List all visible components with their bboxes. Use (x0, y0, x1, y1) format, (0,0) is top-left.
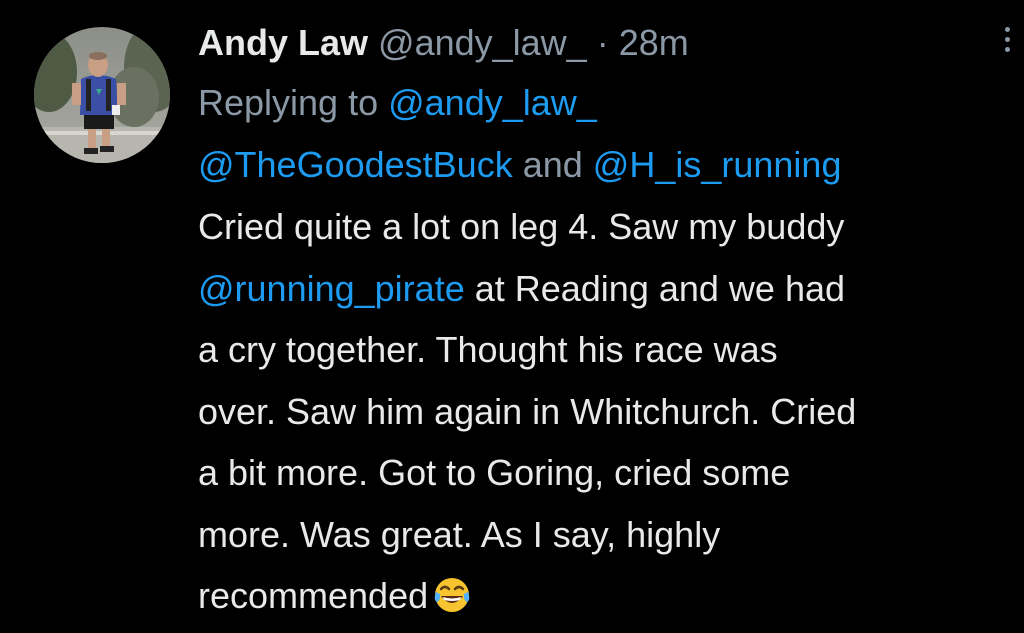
tweet-body: Cried quite a lot on leg 4. Saw my buddy… (198, 196, 998, 633)
tweet[interactable]: Andy Law @andy_law_ · 28m Replying to @a… (0, 0, 1024, 626)
tweet-content: Andy Law @andy_law_ · 28m Replying to @a… (198, 14, 998, 633)
separator-dot: · (596, 22, 609, 63)
reply-mention-andy-law[interactable]: @andy_law_ (388, 82, 597, 123)
reply-mention-thegoodestbuck[interactable]: @TheGoodestBuck (198, 144, 513, 185)
tweet-timestamp[interactable]: 28m (619, 22, 689, 63)
reply-mention-h-is-running[interactable]: @H_is_running (593, 144, 842, 185)
runner-photo-avatar (34, 27, 170, 163)
tweet-body-text-2: at Reading and we had a cry together. Tho… (198, 267, 857, 617)
more-vertical-icon[interactable] (1000, 27, 1014, 63)
tweet-body-text-1: Cried quite a lot on leg 4. Saw my buddy (198, 206, 845, 247)
body-mention-running-pirate[interactable]: @running_pirate (198, 268, 465, 309)
author-display-name[interactable]: Andy Law (198, 22, 368, 63)
avatar[interactable] (34, 27, 170, 163)
tweet-header: Andy Law @andy_law_ · 28m (198, 14, 998, 72)
tears-of-joy-emoji-icon (432, 571, 472, 633)
replying-to-joiner: and (512, 144, 593, 185)
replying-to: Replying to @andy_law_ @TheGoodestBuck a… (198, 72, 998, 196)
replying-to-label: Replying to (198, 82, 389, 123)
author-handle[interactable]: @andy_law_ (378, 22, 587, 63)
